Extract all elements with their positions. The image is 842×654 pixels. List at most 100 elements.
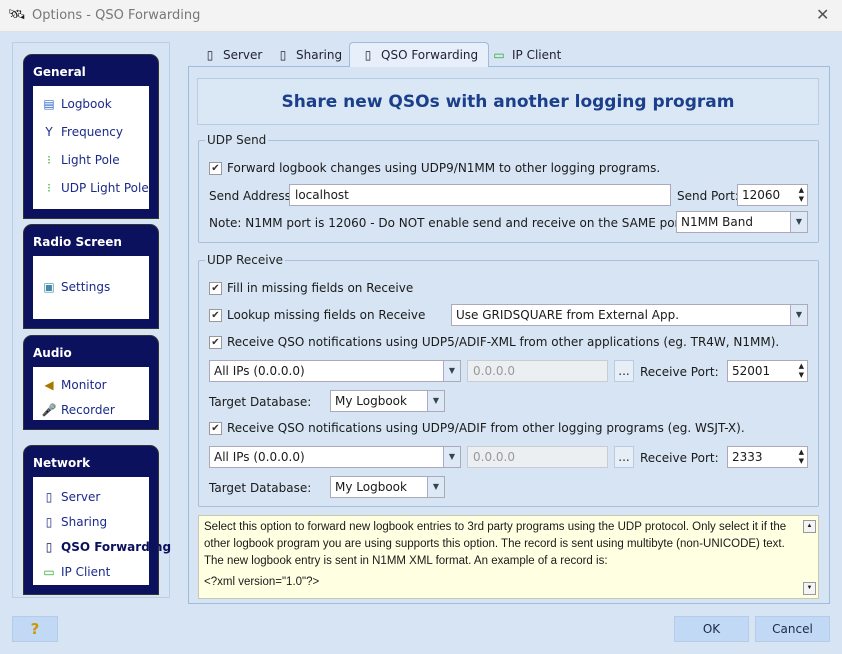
receive1-ip-input[interactable]: 0.0.0.0: [467, 360, 608, 382]
forward-checkbox[interactable]: ✔ Forward logbook changes using UDP9/N1MM…: [209, 161, 660, 175]
sidebar-item-udp-light-pole[interactable]: ⁝ UDP Light Pole: [41, 180, 149, 196]
network-icon: ▭: [43, 565, 55, 579]
logbook-icon: ▤: [43, 97, 55, 111]
lookup-missing-checkbox[interactable]: ✔ Lookup missing fields on Receive: [209, 308, 425, 322]
item-label: Server: [61, 490, 101, 504]
image-icon: ▣: [43, 280, 55, 294]
tab-qso-forwarding[interactable]: ▯ QSO Forwarding: [349, 42, 490, 67]
server-icon: ▯: [206, 48, 214, 62]
lookup-mode-dropdown[interactable]: Use GRIDSQUARE from External App. ▼: [451, 304, 808, 326]
receive1-port-stepper[interactable]: 52001 ▲ ▼: [727, 360, 808, 382]
sidebar-item-sharing[interactable]: ▯ Sharing: [41, 514, 107, 530]
receive-adif-checkbox[interactable]: ✔ Receive QSO notifications using UDP9/AD…: [209, 421, 745, 435]
item-label: Logbook: [61, 97, 112, 111]
ok-button[interactable]: OK: [674, 616, 749, 642]
chevron-down-icon[interactable]: ▼: [443, 361, 460, 381]
group-audio: Audio ◀ Monitor 🎤 Recorder: [23, 335, 159, 430]
sidebar-item-light-pole[interactable]: ⁝ Light Pole: [41, 152, 120, 168]
close-button[interactable]: ✕: [816, 5, 829, 24]
group-network: Network ▯ Server ▯ Sharing ▯ QSO Forwarding…: [23, 445, 171, 595]
fill-missing-checkbox[interactable]: ✔ Fill in missing fields on Receive: [209, 281, 413, 295]
receive1-browse-button[interactable]: ...: [614, 360, 634, 382]
spin-arrows-icon[interactable]: ▲ ▼: [799, 186, 804, 204]
title-bar: 🛰 Options - QSO Forwarding ✕: [0, 0, 842, 32]
microphone-icon: 🎤: [41, 403, 57, 417]
receive-port-label: Receive Port:: [640, 451, 719, 465]
group-general: General ▤ Logbook Y Frequency ⁝ Light Pole …: [23, 54, 159, 219]
sidebar-item-server[interactable]: ▯ Server: [41, 489, 101, 505]
group-title: Radio Screen: [33, 235, 122, 249]
group-radio-screen: Radio Screen ▣ Settings: [23, 224, 159, 329]
dropdown-value: N1MM Band: [681, 215, 753, 229]
chevron-down-icon[interactable]: ▼: [443, 447, 460, 467]
spin-arrows-icon[interactable]: ▲ ▼: [799, 448, 804, 466]
receive2-browse-button[interactable]: ...: [614, 446, 634, 468]
dropdown-value: My Logbook: [335, 480, 407, 494]
tab-server[interactable]: ▯ Server: [192, 44, 272, 66]
traffic-light-icon: ⁝: [47, 181, 51, 195]
checkbox-label: Fill in missing fields on Receive: [227, 281, 414, 295]
receive2-port-stepper[interactable]: 2333 ▲ ▼: [727, 446, 808, 468]
target-db-label: Target Database:: [209, 395, 312, 409]
check-icon: ✔: [209, 281, 222, 295]
sharing-icon: ▯: [279, 48, 287, 62]
receive2-ip-dropdown[interactable]: All IPs (0.0.0.0) ▼: [209, 446, 461, 468]
send-format-dropdown[interactable]: N1MM Band ▼: [676, 211, 808, 233]
send-address-input[interactable]: localhost: [289, 184, 671, 206]
checkbox-label: Forward logbook changes using UDP9/N1MM …: [227, 161, 661, 175]
help-text-box[interactable]: Select this option to forward new logboo…: [198, 515, 819, 599]
traffic-light-icon: ⁝: [47, 153, 51, 167]
antenna-icon: Y: [45, 125, 53, 139]
check-icon: ✔: [209, 335, 222, 349]
speaker-icon: ◀: [44, 378, 54, 392]
item-label: UDP Light Pole: [61, 181, 149, 195]
sidebar-item-frequency[interactable]: Y Frequency: [41, 124, 123, 140]
item-label: Settings: [61, 280, 111, 294]
sidebar-item-logbook[interactable]: ▤ Logbook: [41, 96, 112, 112]
server-icon: ▯: [45, 540, 53, 554]
check-icon: ✔: [209, 161, 222, 175]
chevron-down-icon[interactable]: ▼: [790, 212, 807, 232]
help-button[interactable]: ?: [12, 616, 58, 642]
tab-label: Sharing: [296, 48, 343, 62]
group-title: General: [33, 65, 86, 79]
help-text-example: <?xml version="1.0"?>: [204, 576, 320, 588]
receive1-db-dropdown[interactable]: My Logbook ▼: [330, 390, 445, 412]
chevron-down-icon[interactable]: ▼: [427, 477, 444, 497]
tab-ip-client[interactable]: ▭ IP Client: [481, 44, 571, 66]
chevron-down-icon[interactable]: ▼: [427, 391, 444, 411]
port-value: 2333: [732, 450, 763, 464]
item-label: Monitor: [61, 378, 107, 392]
tab-label: Server: [223, 48, 263, 62]
sidebar-item-monitor[interactable]: ◀ Monitor: [41, 377, 107, 393]
scroll-down-icon[interactable]: ▼: [803, 582, 816, 595]
receive2-ip-input[interactable]: 0.0.0.0: [467, 446, 608, 468]
check-icon: ✔: [209, 421, 222, 435]
checkbox-label: Receive QSO notifications using UDP9/ADI…: [227, 421, 745, 435]
tab-sharing[interactable]: ▯ Sharing: [265, 44, 352, 66]
receive2-db-dropdown[interactable]: My Logbook ▼: [330, 476, 445, 498]
target-db-label: Target Database:: [209, 481, 312, 495]
send-port-label: Send Port:: [677, 189, 739, 203]
tab-label: QSO Forwarding: [381, 48, 479, 62]
sidebar-item-settings[interactable]: ▣ Settings: [41, 279, 110, 295]
item-label: Light Pole: [61, 153, 120, 167]
sidebar-item-ip-client[interactable]: ▭ IP Client: [41, 564, 110, 580]
spin-arrows-icon[interactable]: ▲ ▼: [799, 362, 804, 380]
sidebar-item-qso-forwarding[interactable]: ▯ QSO Forwarding: [41, 539, 171, 555]
server-icon: ▯: [45, 490, 53, 504]
cancel-button[interactable]: Cancel: [755, 616, 830, 642]
dropdown-value: All IPs (0.0.0.0): [214, 364, 305, 378]
sidebar-item-recorder[interactable]: 🎤 Recorder: [41, 402, 115, 418]
receive1-ip-dropdown[interactable]: All IPs (0.0.0.0) ▼: [209, 360, 461, 382]
send-port-stepper[interactable]: 12060 ▲ ▼: [737, 184, 808, 206]
send-address-label: Send Address:: [209, 189, 295, 203]
help-text: Select this option to forward new logboo…: [204, 521, 787, 567]
scroll-up-icon[interactable]: ▲: [803, 520, 816, 533]
sharing-icon: ▯: [45, 515, 53, 529]
group-legend: UDP Receive: [207, 253, 284, 267]
group-legend: UDP Send: [207, 133, 267, 147]
chevron-down-icon[interactable]: ▼: [790, 305, 807, 325]
receive-port-label: Receive Port:: [640, 365, 719, 379]
receive-adif-xml-checkbox[interactable]: ✔ Receive QSO notifications using UDP5/AD…: [209, 335, 779, 349]
